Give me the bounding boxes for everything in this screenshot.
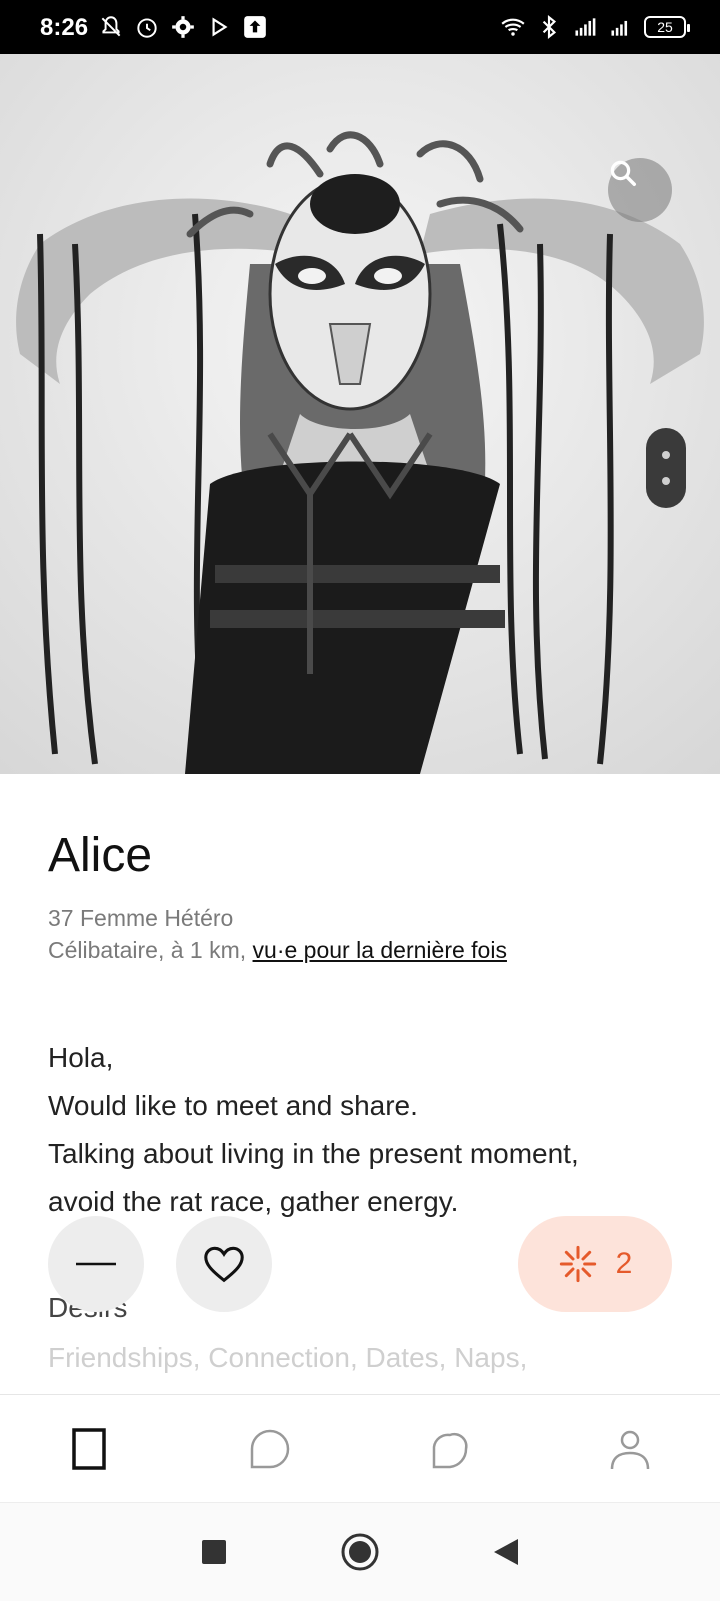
pager-dot — [662, 451, 670, 459]
bio-line: Hola, — [48, 1042, 114, 1073]
battery-icon: 25 — [644, 16, 690, 38]
likes-icon — [432, 1432, 468, 1469]
home-button-icon — [341, 1533, 379, 1571]
profile-photo[interactable] — [0, 54, 720, 774]
mute-icon — [101, 16, 121, 37]
bio-line: Would like to meet and share. — [48, 1090, 418, 1121]
profile-meta-line1: 37 Femme Hétéro — [48, 905, 234, 931]
system-nav — [0, 1502, 720, 1601]
nav-home[interactable] — [50, 1409, 130, 1489]
home-icon — [72, 1428, 106, 1470]
bottom-nav — [0, 1394, 720, 1503]
wifi-icon — [501, 18, 525, 36]
search-icon — [610, 160, 636, 186]
upload-icon — [244, 16, 266, 38]
recent-apps-button[interactable] — [189, 1527, 239, 1577]
profile-name: Alice — [48, 829, 153, 882]
profile-meta: 37 Femme Hétéro Célibataire, à 1 km, vu·… — [48, 902, 507, 966]
status-bar: 8:26 25 — [0, 0, 720, 54]
home-system-button[interactable] — [335, 1527, 385, 1577]
back-icon — [494, 1539, 518, 1565]
bluetooth-icon — [542, 14, 557, 40]
nav-profile[interactable] — [590, 1409, 670, 1489]
nav-chat[interactable] — [230, 1409, 310, 1489]
bio-line: Talking about living in the present mome… — [48, 1138, 579, 1169]
recent-apps-icon — [202, 1540, 226, 1564]
signal-4g-icon — [575, 18, 596, 36]
pager-dot — [662, 477, 670, 485]
status-right-icons: 25 — [500, 14, 690, 40]
back-button[interactable] — [481, 1527, 531, 1577]
last-seen-link[interactable]: vu·e pour la dernière fois — [253, 937, 507, 963]
status-time: 8:26 — [40, 14, 89, 41]
signal-r-icon — [611, 20, 628, 36]
chat-icon — [250, 1429, 290, 1469]
minus-icon — [76, 1262, 116, 1266]
play-icon — [212, 17, 228, 37]
photo-search-button[interactable] — [608, 158, 672, 222]
photo-pager[interactable] — [646, 428, 686, 508]
sparkle-icon — [559, 1245, 596, 1283]
status-left-icons — [98, 14, 268, 40]
alarm-icon — [137, 18, 157, 38]
spark-button[interactable]: 2 — [518, 1216, 672, 1312]
profile-bio: Hola, Would like to meet and share. Talk… — [48, 1034, 688, 1226]
profile-meta-line2: Célibataire, à 1 km, vu·e pour la derniè… — [48, 934, 507, 966]
pass-button[interactable] — [48, 1216, 144, 1312]
like-button[interactable] — [176, 1216, 272, 1312]
settings-icon — [172, 16, 194, 38]
profile-icon — [610, 1430, 650, 1470]
desires-list: Friendships, Connection, Dates, Naps, — [48, 1342, 528, 1373]
spark-count: 2 — [615, 1247, 633, 1280]
profile-meta-status: Célibataire, à 1 km, — [48, 937, 253, 963]
nav-likes[interactable] — [410, 1409, 490, 1489]
heart-icon — [204, 1246, 244, 1283]
